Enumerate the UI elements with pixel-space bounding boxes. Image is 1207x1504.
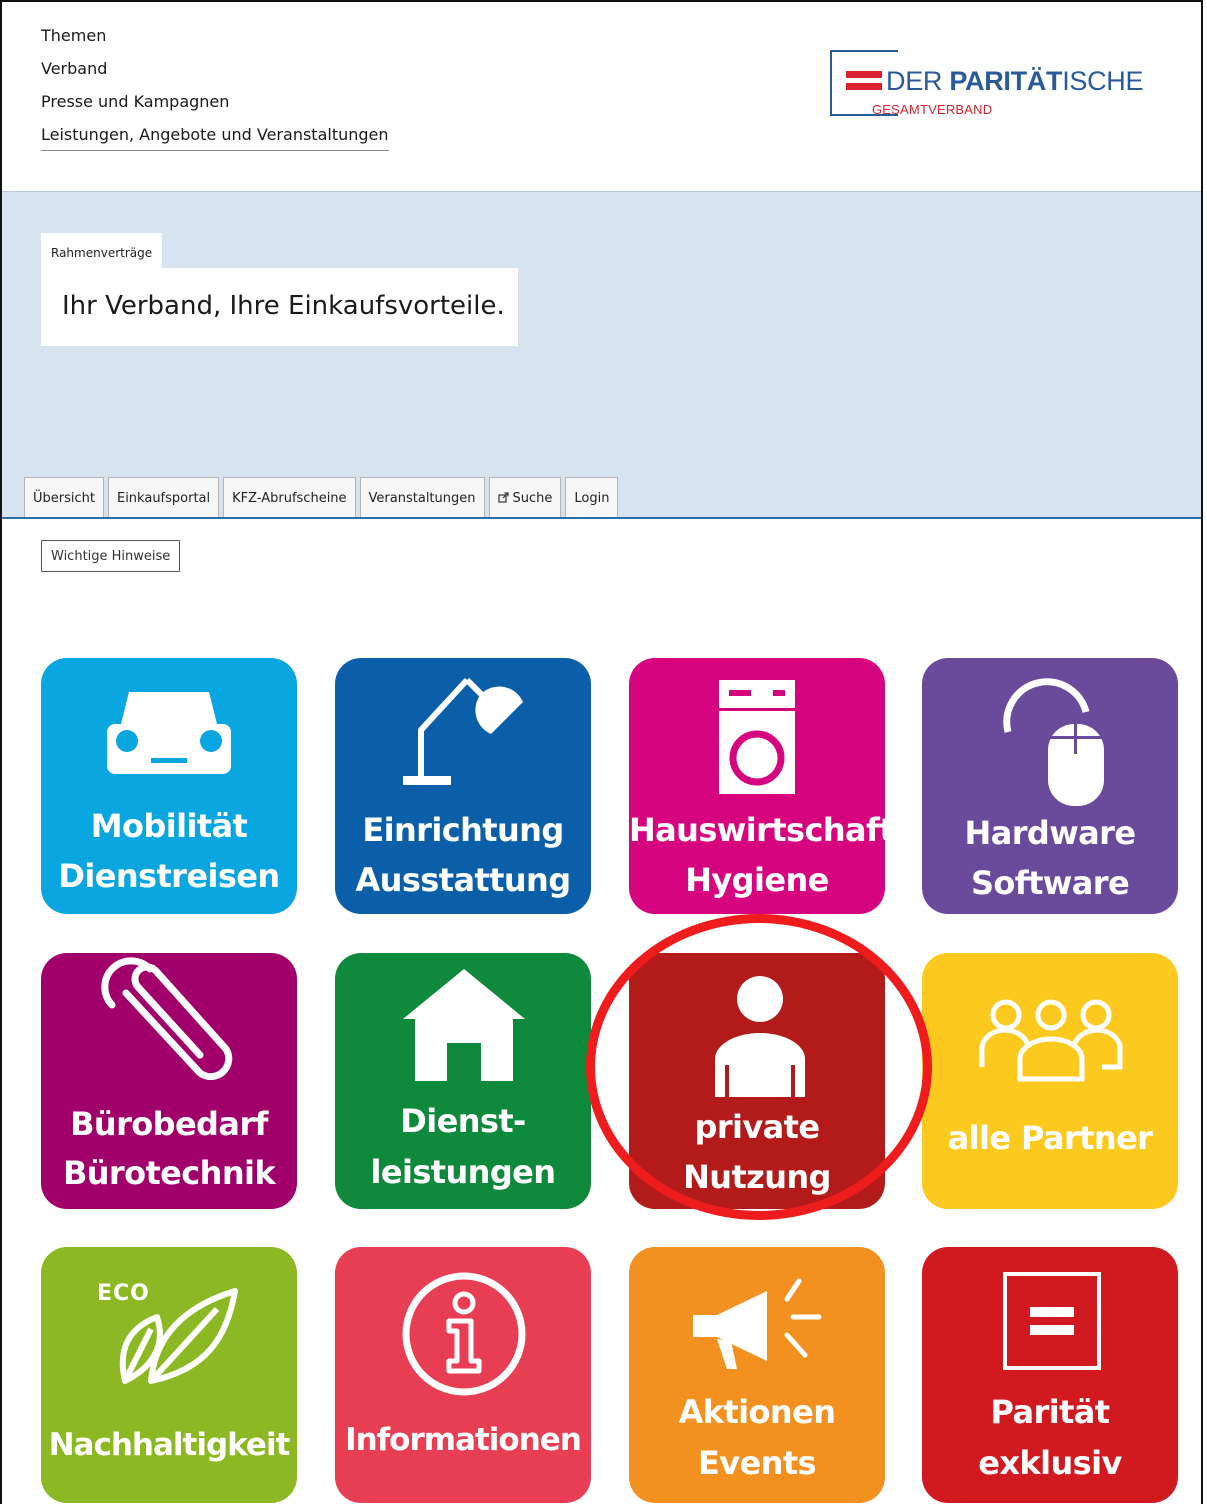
nav-item-leistungen[interactable]: Leistungen, Angebote und Veranstaltungen [41,123,389,151]
tab-suche-label: Suche [512,491,553,506]
nav-item-verband[interactable]: Verband [41,57,389,90]
tile-einrichtung[interactable]: Einrichtung Ausstattung [335,658,591,914]
tile-informationen-line1: Informationen [345,1422,582,1458]
tile-aktionen-line1: Aktionen [678,1393,836,1431]
tile-aktionen[interactable]: Aktionen Events [629,1247,885,1503]
washing-machine-icon [719,680,795,794]
tile-buerobedarf-line2: Bürotechnik [62,1154,276,1192]
tile-aktionen-line2: Events [698,1444,817,1482]
info-icon [402,1272,526,1396]
hero-headline: Ihr Verband, Ihre Einkaufsvorteile. [41,268,518,346]
important-notes-button[interactable]: Wichtige Hinweise [41,540,181,572]
house-icon [403,969,525,1081]
tab-veranstaltungen[interactable]: Veranstaltungen [359,477,485,517]
tab-kfz-abrufscheine[interactable]: KFZ-Abrufscheine [223,477,356,517]
tile-nachhaltigkeit-line1: Nachhaltigkeit [48,1427,291,1463]
tabs-underline [2,517,1201,519]
nav-item-themen[interactable]: Themen [41,24,389,57]
eco-leaf-icon [119,1288,238,1384]
tile-dienstleistungen-line2: leistungen [370,1153,557,1191]
external-link-icon [497,492,509,503]
megaphone-icon [693,1278,822,1369]
logo-bar-bottom [846,83,882,90]
hero-banner: Rahmenverträge Ihr Verband, Ihre Einkauf… [2,191,1201,518]
car-icon [107,692,231,774]
tile-informationen[interactable]: Informationen [335,1247,591,1503]
nav-item-presse[interactable]: Presse und Kampagnen [41,90,389,123]
logo-subtitle: GESAMTVERBAND [872,102,993,117]
paperclip-icon [101,957,233,1080]
tile-paritaet-exklusiv[interactable]: Parität exklusiv [922,1247,1178,1503]
tile-buerobedarf-line1: Bürobedarf [70,1105,268,1143]
tab-suche[interactable]: Suche [488,477,562,517]
tile-paritaet-exklusiv-line1: Parität [990,1393,1111,1431]
logo-word-bold: PARITÄT [949,66,1063,96]
tile-nachhaltigkeit[interactable]: ECO Nachhaltigkeit [41,1247,297,1503]
tile-dienstleistungen-line1: Dienst- [400,1102,526,1140]
tile-mobilitaet-line2: Dienstreisen [58,857,280,895]
paritaet-logo-icon [1003,1272,1101,1370]
sub-navigation-tabs: Übersicht Einkaufsportal KFZ-Abrufschein… [24,477,622,518]
highlight-circle [586,914,932,1220]
tile-buerobedarf[interactable]: Bürobedarf Bürotechnik [41,953,297,1209]
logo-bar-top [846,71,882,78]
tile-paritaet-exklusiv-line2: exklusiv [978,1444,1122,1482]
tile-alle-partner-line1: alle Partner [947,1119,1153,1157]
tile-alle-partner[interactable]: alle Partner [922,953,1178,1209]
tile-hauswirtschaft-line2: Hygiene [685,861,829,899]
tile-hardware[interactable]: Hardware Software [922,658,1178,914]
logo-word-tail: ISCHE [1062,66,1144,96]
tab-einkaufsportal[interactable]: Einkaufsportal [107,477,220,517]
tile-einrichtung-line2: Ausstattung [355,861,572,899]
hero-tag: Rahmenverträge [41,233,163,268]
tile-hauswirtschaft[interactable]: Hauswirtschaft Hygiene [629,658,885,914]
top-navigation: Themen Verband Presse und Kampagnen Leis… [41,24,389,151]
logo-word-regular: DER [886,66,950,96]
tile-mobilitaet-line1: Mobilität [90,807,248,845]
tile-hardware-line2: Software [970,864,1130,902]
tile-dienstleistungen[interactable]: Dienst- leistungen [335,953,591,1209]
tile-hardware-line1: Hardware [964,814,1137,852]
tab-login[interactable]: Login [565,477,619,517]
group-icon [979,999,1123,1082]
tile-mobilitaet[interactable]: Mobilität Dienstreisen [41,658,297,914]
desk-lamp-icon [403,677,523,785]
logo-wordmark: DER PARITÄTISCHE [886,66,1144,97]
tile-einrichtung-line1: Einrichtung [362,811,564,849]
paritaet-logo[interactable]: DER PARITÄTISCHE GESAMTVERBAND [830,50,1180,120]
tile-hauswirtschaft-line1: Hauswirtschaft [629,811,885,849]
computer-mouse-icon [1003,678,1104,806]
tab-uebersicht[interactable]: Übersicht [24,477,104,517]
